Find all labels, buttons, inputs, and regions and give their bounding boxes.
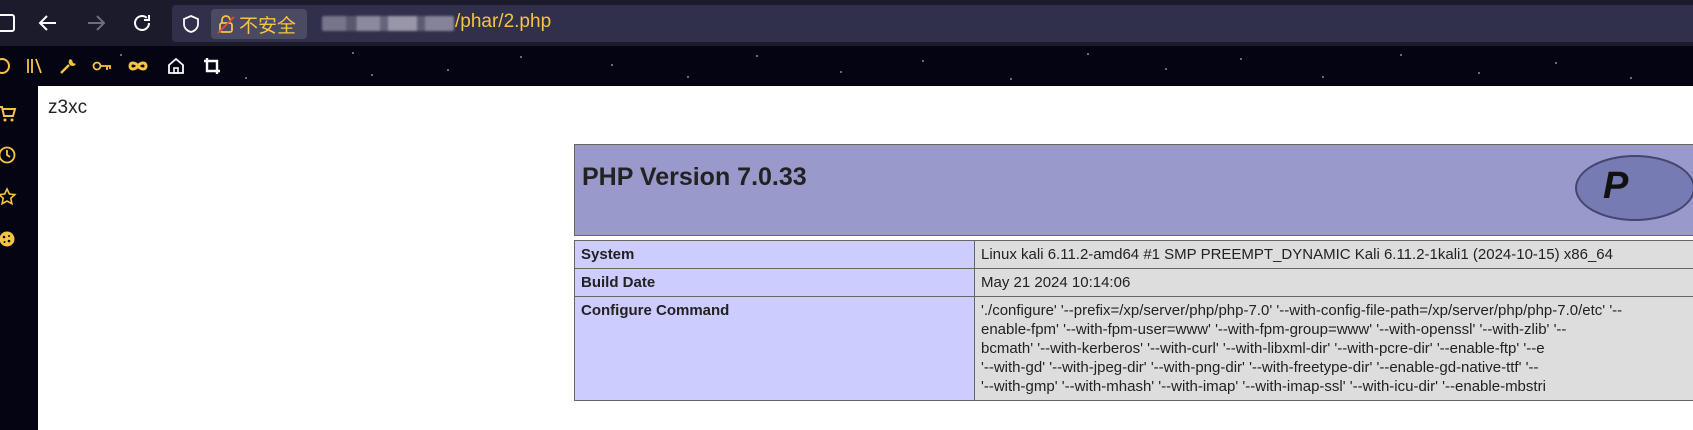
phpinfo-table: System Linux kali 6.11.2-amd64 #1 SMP PR… — [574, 240, 1693, 401]
configure-command-value: './configure' '--prefix=/xp/server/php/p… — [974, 296, 1693, 401]
power-icon[interactable] — [0, 52, 16, 80]
reload-icon[interactable] — [128, 9, 156, 37]
configure-line: '--with-gmp' '--with-mhash' '--with-imap… — [981, 378, 1546, 395]
clock-icon[interactable] — [0, 142, 20, 168]
build-date-value: May 21 2024 10:14:06 — [974, 268, 1693, 297]
security-indicator[interactable]: 不安全 — [211, 9, 307, 39]
configure-line: bcmath' '--with-kerberos' '--with-curl' … — [981, 340, 1545, 357]
echo-output: z3xc — [48, 97, 88, 118]
phpinfo-header: PHP Version 7.0.33 P — [574, 144, 1693, 236]
shield-icon[interactable] — [180, 13, 202, 35]
wrench-icon[interactable] — [54, 52, 82, 80]
browser-sidebar — [0, 86, 38, 430]
url-host-redacted — [322, 16, 454, 31]
configure-line: enable-fpm' '--with-fpm-user=www' '--wit… — [981, 321, 1567, 338]
back-arrow-icon[interactable] — [34, 9, 62, 37]
infinity-icon[interactable] — [124, 52, 152, 80]
security-label: 不安全 — [239, 15, 297, 37]
sidebar-icon[interactable] — [0, 9, 20, 37]
star-icon[interactable] — [0, 184, 20, 210]
url-path: /phar/2.php — [455, 11, 552, 32]
crop-icon[interactable] — [198, 52, 226, 80]
browser-toolbar: 不安全 /phar/2.php — [0, 0, 1693, 46]
extensions-toolbar — [0, 46, 1693, 86]
forward-arrow-icon[interactable] — [82, 9, 110, 37]
cart-icon[interactable] — [0, 100, 20, 126]
php-version-title: PHP Version 7.0.33 — [582, 163, 807, 191]
insecure-lock-icon — [217, 14, 235, 34]
cookie-icon[interactable] — [0, 226, 20, 252]
page-content: z3xc PHP Version 7.0.33 P System Linux k… — [38, 86, 1693, 430]
key-icon[interactable] — [88, 52, 116, 80]
address-bar[interactable]: 不安全 /phar/2.php — [172, 5, 1693, 42]
table-row: Configure Command './configure' '--prefi… — [574, 296, 1693, 401]
home-icon[interactable] — [162, 52, 190, 80]
build-date-key: Build Date — [574, 268, 975, 297]
system-key: System — [574, 240, 975, 269]
configure-command-key: Configure Command — [574, 296, 975, 401]
configure-line: '--with-gd' '--with-jpeg-dir' '--with-pn… — [981, 359, 1539, 376]
table-row: System Linux kali 6.11.2-amd64 #1 SMP PR… — [574, 240, 1693, 269]
system-value: Linux kali 6.11.2-amd64 #1 SMP PREEMPT_D… — [974, 240, 1693, 269]
library-icon[interactable] — [20, 52, 48, 80]
php-logo[interactable]: P — [1575, 155, 1693, 221]
table-row: Build Date May 21 2024 10:14:06 — [574, 268, 1693, 297]
configure-line: './configure' '--prefix=/xp/server/php/p… — [981, 302, 1623, 319]
